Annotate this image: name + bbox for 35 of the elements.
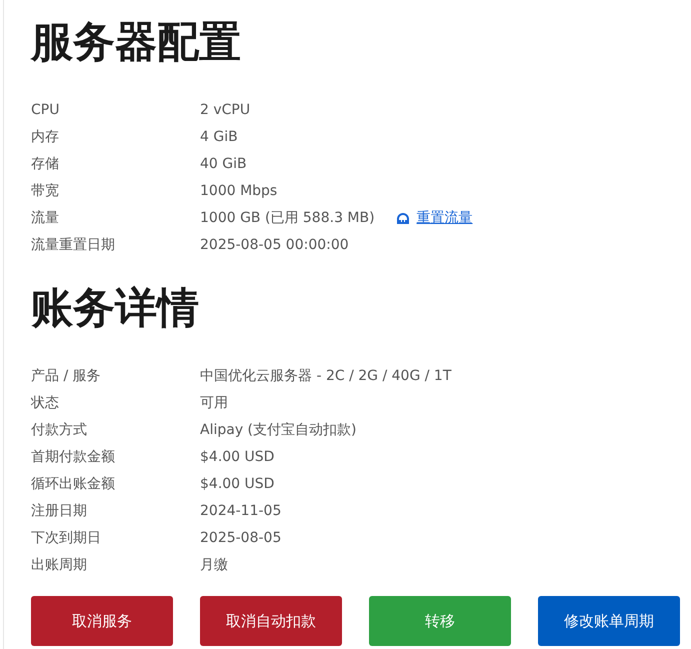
field-value: Alipay (支付宝自动扣款) — [200, 420, 356, 438]
field-value: 4 GiB — [200, 128, 238, 144]
field-label: 流量重置日期 — [31, 236, 116, 254]
section-title: 服务器配置 — [31, 16, 242, 68]
field-value: 月缴 — [200, 556, 228, 574]
field-label: 首期付款金额 — [31, 448, 116, 466]
field-value: 2025-08-05 — [200, 530, 282, 546]
field-label: 下次到期日 — [31, 528, 102, 546]
action-button[interactable]: 取消服务 — [31, 596, 173, 646]
section-title: 账务详情 — [31, 282, 200, 334]
reset-link[interactable]: 重置流量 — [394, 208, 473, 226]
field-label: 出账周期 — [31, 556, 88, 574]
field-label: 付款方式 — [31, 420, 88, 438]
action-button[interactable]: 转移 — [369, 596, 511, 646]
field-value: 可用 — [200, 394, 228, 412]
field-value: $4.00 USD — [200, 448, 274, 464]
field-value: 40 GiB — [200, 156, 247, 172]
field-label: CPU — [31, 102, 60, 118]
action-button[interactable]: 修改账单周期 — [538, 596, 680, 646]
field-label: 内存 — [31, 128, 60, 146]
field-label: 产品 / 服务 — [31, 366, 102, 384]
field-label: 循环出账金额 — [31, 474, 116, 492]
action-button[interactable]: 取消自动扣款 — [200, 596, 342, 646]
field-value: 1000 GB (已用 588.3 MB) — [200, 208, 375, 226]
field-value: 2024-11-05 — [200, 502, 282, 518]
field-label: 流量 — [31, 208, 60, 226]
field-value: $4.00 USD — [200, 476, 274, 492]
field-label: 存储 — [31, 154, 60, 172]
field-value: 1000 Mbps — [200, 182, 278, 198]
field-label: 状态 — [31, 394, 60, 412]
field-value: 中国优化云服务器 - 2C / 2G / 40G / 1T — [200, 366, 452, 384]
field-label: 注册日期 — [31, 502, 88, 520]
field-value: 2025-08-05 00:00:00 — [200, 236, 349, 252]
field-label: 带宽 — [31, 182, 60, 200]
field-value: 2 vCPU — [200, 102, 250, 118]
